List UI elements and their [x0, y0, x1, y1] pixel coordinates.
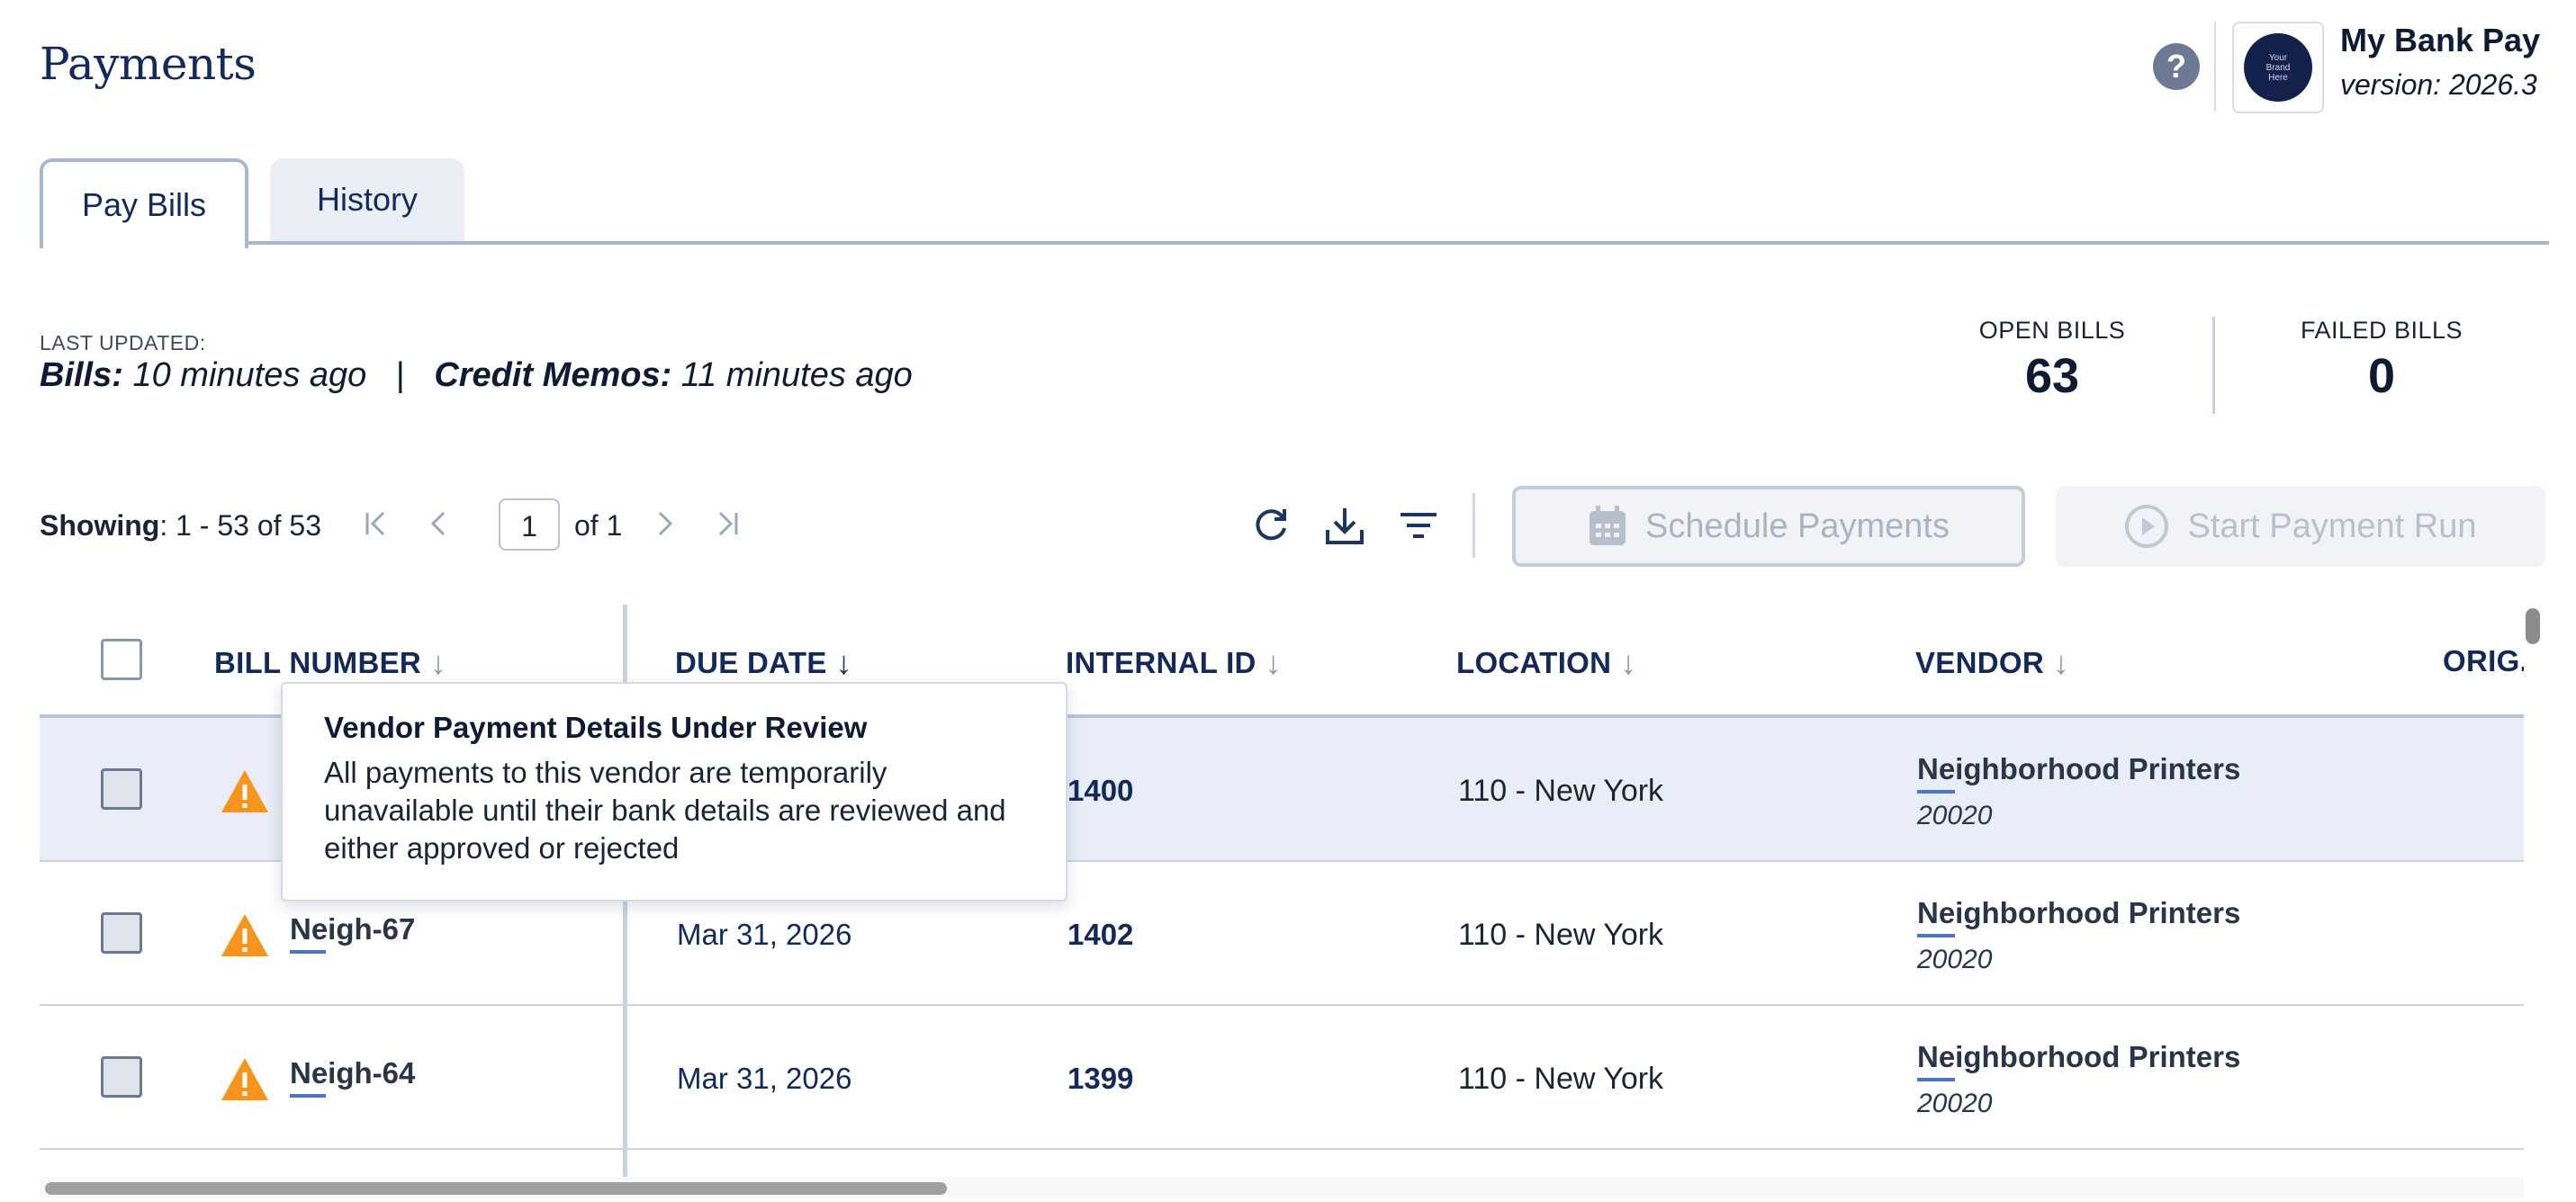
- warning-icon[interactable]: [220, 912, 270, 959]
- open-bills-label: OPEN BILLS: [1978, 317, 2126, 344]
- failed-bills-label: FAILED BILLS: [2300, 317, 2463, 344]
- showing-count: Showing: 1 - 53 of 53: [40, 509, 321, 543]
- start-payment-run-label: Start Payment Run: [2187, 507, 2477, 545]
- row-checkbox[interactable]: [101, 1056, 142, 1098]
- memos-updated-label: Credit Memos:: [434, 356, 672, 394]
- sort-arrow-icon: ↓: [1265, 644, 1283, 681]
- last-updated-label: LAST UPDATED:: [40, 331, 206, 354]
- tooltip-title: Vendor Payment Details Under Review: [324, 711, 868, 744]
- vendor-name-link[interactable]: Neighborhood Printers: [1917, 752, 2240, 794]
- page-number-input[interactable]: 1: [499, 498, 560, 551]
- column-header-location[interactable]: LOCATION ↓: [1456, 644, 1637, 682]
- calendar-icon: [1590, 506, 1626, 545]
- location: 110 - New York: [1458, 1062, 1664, 1096]
- tooltip-body: All payments to this vendor are temporar…: [324, 756, 1006, 865]
- vendor-name-link[interactable]: Neighborhood Printers: [1917, 896, 2240, 937]
- sort-arrow-active-icon: ↓: [835, 644, 852, 681]
- sort-arrow-icon: ↓: [1620, 644, 1637, 681]
- column-header-vendor[interactable]: VENDOR ↓: [1915, 644, 2069, 682]
- select-all-checkbox[interactable]: [101, 639, 142, 680]
- sort-arrow-icon: ↓: [2053, 644, 2070, 681]
- bill-number-link[interactable]: Neigh-67: [290, 912, 415, 954]
- next-page-icon[interactable]: [644, 504, 684, 543]
- schedule-payments-button[interactable]: Schedule Payments: [1512, 486, 2025, 567]
- open-bills-value: 63: [2024, 349, 2080, 403]
- failed-bills-stat: FAILED BILLS 0: [2247, 317, 2517, 404]
- app-version: version: 2026.3: [2340, 68, 2537, 101]
- brand-placeholder-icon: Your Brand Here: [2244, 33, 2312, 102]
- play-circle-icon: [2125, 505, 2169, 548]
- vertical-scrollbar[interactable]: [2526, 608, 2540, 644]
- bill-number-link[interactable]: Neigh-64: [290, 1056, 415, 1098]
- horizontal-scrollbar-thumb[interactable]: [45, 1182, 947, 1195]
- bills-updated-label: Bills:: [40, 356, 123, 394]
- vendor-id: 20020: [1917, 945, 1993, 974]
- tab-history[interactable]: History: [270, 158, 464, 241]
- download-icon[interactable]: [1321, 502, 1368, 549]
- due-date: Mar 31, 2026: [677, 1062, 852, 1095]
- vendor-id: 20020: [1917, 801, 1993, 830]
- page-total: of 1: [574, 509, 623, 542]
- column-header-internal-id[interactable]: INTERNAL ID ↓: [1066, 644, 1282, 682]
- internal-id: 1399: [1067, 1062, 1134, 1095]
- showing-value: : 1 - 53 of 53: [159, 509, 321, 542]
- tab-pay-bills[interactable]: Pay Bills: [40, 158, 248, 248]
- row-checkbox[interactable]: [101, 912, 142, 954]
- due-date: Mar 31, 2026: [677, 918, 852, 951]
- last-page-icon[interactable]: [707, 504, 747, 543]
- sort-arrow-icon: ↓: [430, 644, 447, 681]
- start-payment-run-button[interactable]: Start Payment Run: [2056, 486, 2545, 567]
- last-updated-info: Bills: 10 minutes ago | Credit Memos: 11…: [40, 356, 913, 395]
- row-checkbox[interactable]: [101, 768, 142, 810]
- showing-label: Showing: [40, 509, 160, 542]
- vendor-id: 20020: [1917, 1089, 1993, 1118]
- schedule-payments-label: Schedule Payments: [1645, 507, 1950, 545]
- internal-id: 1402: [1067, 918, 1134, 951]
- failed-bills-value: 0: [2367, 349, 2396, 403]
- warning-icon[interactable]: [220, 1056, 270, 1103]
- page-title: Payments: [40, 38, 257, 90]
- updated-separator: |: [395, 356, 405, 394]
- open-bills-stat: OPEN BILLS 63: [1917, 317, 2187, 404]
- header-divider: [2214, 22, 2216, 112]
- location: 110 - New York: [1458, 774, 1664, 808]
- column-header-due-date[interactable]: DUE DATE ↓: [675, 644, 852, 682]
- prev-page-icon[interactable]: [419, 504, 459, 543]
- bills-updated-value: 10 minutes ago: [132, 356, 367, 394]
- question-circle-icon[interactable]: ?: [2153, 43, 2200, 90]
- table-row[interactable]: Neigh-64 Mar 31, 2026 1399 110 - New Yor…: [40, 1006, 2524, 1150]
- tabs-underline: [40, 241, 2549, 245]
- location: 110 - New York: [1458, 918, 1664, 952]
- warning-icon[interactable]: [220, 768, 270, 815]
- brand-logo: Your Brand Here: [2232, 22, 2324, 113]
- column-header-orig[interactable]: ORIG.: [2443, 644, 2524, 678]
- internal-id: 1400: [1067, 774, 1134, 807]
- first-page-icon[interactable]: [356, 504, 396, 543]
- vendor-name-link[interactable]: Neighborhood Printers: [1917, 1040, 2240, 1081]
- app-name: My Bank Pay: [2340, 22, 2541, 58]
- filter-icon[interactable]: [1395, 502, 1442, 549]
- refresh-icon[interactable]: [1247, 502, 1294, 549]
- toolbar-divider: [1473, 493, 1475, 558]
- stats-divider: [2212, 317, 2215, 414]
- vendor-review-tooltip: Vendor Payment Details Under Review All …: [281, 682, 1067, 902]
- column-header-bill-number[interactable]: BILL NUMBER ↓: [214, 644, 446, 682]
- memos-updated-value: 11 minutes ago: [680, 356, 913, 394]
